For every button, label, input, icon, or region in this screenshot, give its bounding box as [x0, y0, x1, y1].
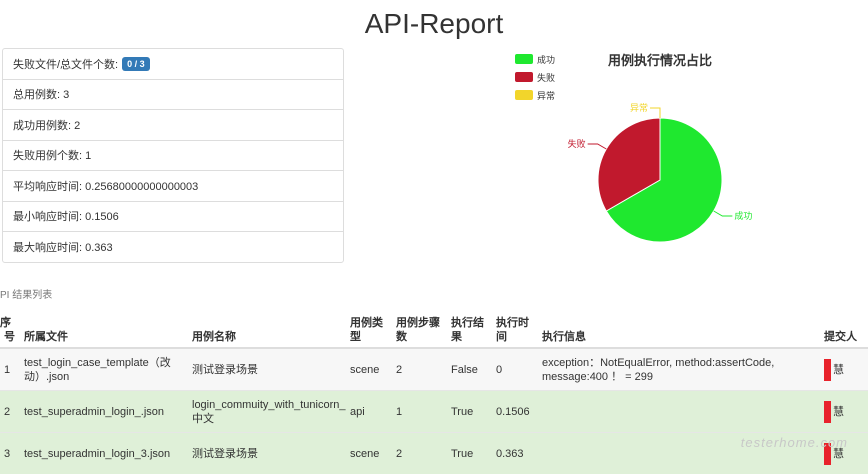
- summary-fail-files: 失败文件/总文件个数: 0 / 3: [3, 49, 343, 80]
- legend-item-fail[interactable]: 失败: [515, 68, 555, 86]
- col-header-file: 所属文件: [20, 309, 188, 348]
- col-header-info: 执行信息: [538, 309, 820, 348]
- legend-item-success[interactable]: 成功: [515, 50, 555, 68]
- cell-result: False: [447, 348, 492, 391]
- legend-swatch-fail: [515, 72, 533, 82]
- cell-result: True: [447, 433, 492, 474]
- table-row[interactable]: 3 test_superadmin_login_3.json 测试登录场景 sc…: [0, 433, 868, 474]
- cell-index: 1: [0, 348, 20, 391]
- col-header-submitter: 提交人: [820, 309, 868, 348]
- cell-case-type: scene: [346, 348, 392, 391]
- cell-file: test_superadmin_login_3.json: [20, 433, 188, 474]
- watermark: testerhome.com: [741, 435, 848, 450]
- cell-steps: 1: [392, 391, 447, 433]
- pie-label-0: 成功: [734, 210, 752, 221]
- cell-index: 2: [0, 391, 20, 433]
- cell-case-name: 测试登录场景: [188, 348, 346, 391]
- results-section-label: PI 结果列表: [0, 286, 52, 301]
- submitter-text: 慧: [833, 363, 844, 375]
- summary-failed-cases: 失败用例个数: 1: [3, 141, 343, 172]
- legend-label-success: 成功: [537, 53, 555, 66]
- table-row[interactable]: 1 test_login_case_template（改动）.json 测试登录…: [0, 348, 868, 391]
- cell-info: [538, 391, 820, 433]
- summary-avg-time: 平均响应时间: 0.25680000000000003: [3, 171, 343, 202]
- fail-files-badge: 0 / 3: [122, 57, 150, 71]
- cell-case-type: api: [346, 391, 392, 433]
- cell-file: test_login_case_template（改动）.json: [20, 348, 188, 391]
- chart-title: 用例执行情况占比: [560, 50, 760, 69]
- legend-swatch-success: [515, 54, 533, 64]
- cell-info: exception：NotEqualError, method:assertCo…: [538, 348, 820, 391]
- summary-success-cases: 成功用例数: 2: [3, 110, 343, 141]
- cell-case-name: login_commuity_with_tunicorn_中文: [188, 391, 346, 433]
- col-header-case-type: 用例类型: [346, 309, 392, 348]
- pie-leader-line-1: [588, 144, 607, 149]
- summary-max-time: 最大响应时间: 0.363: [3, 232, 343, 262]
- cell-time: 0.363: [492, 433, 538, 474]
- col-header-case-name: 用例名称: [188, 309, 346, 348]
- page-title: API-Report: [0, 8, 868, 40]
- table-header-row: 序号 所属文件 用例名称 用例类型 用例步骤数 执行结果 执行时间 执行信息 提…: [0, 309, 868, 348]
- redaction-mark: [824, 401, 831, 423]
- cell-steps: 2: [392, 348, 447, 391]
- col-header-time: 执行时间: [492, 309, 538, 348]
- cell-submitter: 慧: [820, 348, 868, 391]
- cell-case-type: scene: [346, 433, 392, 474]
- pie-chart: 成功 失败 异常: [540, 90, 780, 270]
- results-table: 序号 所属文件 用例名称 用例类型 用例步骤数 执行结果 执行时间 执行信息 提…: [0, 309, 868, 474]
- pie-leader-line-2: [650, 108, 660, 118]
- summary-total-cases: 总用例数: 3: [3, 80, 343, 111]
- cell-file: test_superadmin_login_.json: [20, 391, 188, 433]
- legend-label-fail: 失败: [537, 71, 555, 84]
- col-header-index: 序号: [0, 309, 20, 348]
- summary-min-time: 最小响应时间: 0.1506: [3, 202, 343, 233]
- col-header-result: 执行结果: [447, 309, 492, 348]
- table-row[interactable]: 2 test_superadmin_login_.json login_comm…: [0, 391, 868, 433]
- cell-time: 0: [492, 348, 538, 391]
- cell-result: True: [447, 391, 492, 433]
- summary-panel: 失败文件/总文件个数: 0 / 3 总用例数: 3 成功用例数: 2 失败用例个…: [2, 48, 344, 263]
- cell-steps: 2: [392, 433, 447, 474]
- cell-index: 3: [0, 433, 20, 474]
- pie-label-2: 异常: [630, 102, 648, 113]
- submitter-text: 慧: [833, 405, 844, 417]
- summary-fail-files-label: 失败文件/总文件个数:: [13, 56, 118, 72]
- redaction-mark: [824, 359, 831, 381]
- legend-swatch-error: [515, 90, 533, 100]
- cell-time: 0.1506: [492, 391, 538, 433]
- pie-leader-line-0: [714, 211, 733, 216]
- pie-label-1: 失败: [568, 138, 586, 149]
- cell-submitter: 慧: [820, 391, 868, 433]
- cell-case-name: 测试登录场景: [188, 433, 346, 474]
- col-header-steps: 用例步骤数: [392, 309, 447, 348]
